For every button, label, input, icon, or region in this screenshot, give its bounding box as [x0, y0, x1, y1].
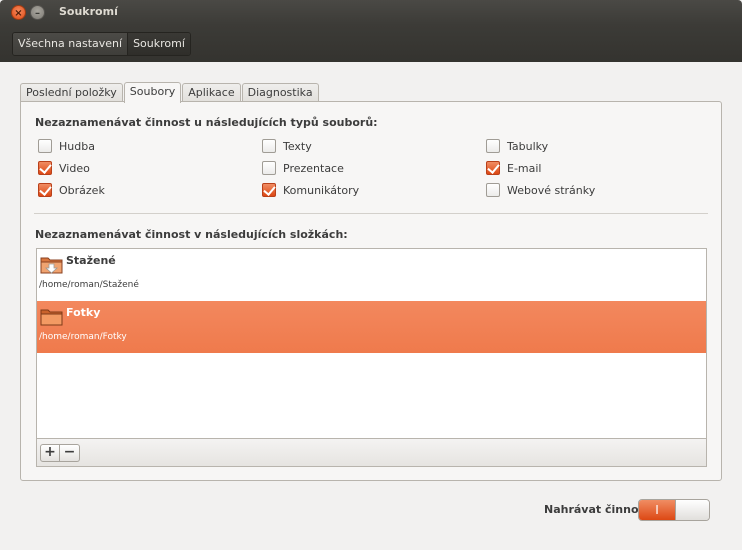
checkbox-box[interactable]	[38, 161, 52, 175]
checkbox-label: Obrázek	[59, 183, 105, 197]
folders-title: Nezaznamenávat činnost v následujících s…	[35, 228, 348, 241]
folder-list-toolbar: + −	[36, 438, 707, 467]
checkbox-label: Tabulky	[507, 139, 549, 153]
checkbox-box[interactable]	[486, 161, 500, 175]
folder-path: /home/roman/Fotky	[39, 332, 127, 342]
checkbox-label: Video	[59, 161, 90, 175]
checkbox-label: Texty	[283, 139, 312, 153]
checkbox-box[interactable]	[486, 139, 500, 153]
window-titlebar: × – Soukromí	[0, 0, 742, 25]
checkbox-box[interactable]	[38, 139, 52, 153]
window-title: Soukromí	[59, 5, 118, 18]
close-icon[interactable]: ×	[11, 5, 26, 20]
checkbox-label: Hudba	[59, 139, 95, 153]
minimize-icon[interactable]: –	[30, 5, 45, 20]
switch-knob[interactable]	[675, 500, 709, 520]
breadcrumb-all-settings[interactable]: Všechna nastavení	[13, 33, 129, 55]
checkbox-web-pages[interactable]: Webové stránky	[486, 182, 595, 198]
folder-icon	[40, 309, 63, 326]
tab-diagnostics[interactable]: Diagnostika	[241, 83, 319, 102]
checkbox-presentations[interactable]: Prezentace	[262, 160, 344, 176]
record-activity-switch[interactable]: I	[638, 499, 710, 521]
tab-recent-items[interactable]: Poslední položky	[20, 83, 123, 102]
record-activity-label: Nahrávat činnost	[544, 503, 651, 516]
remove-folder-button[interactable]: −	[60, 444, 80, 462]
checkbox-video[interactable]: Video	[38, 160, 90, 176]
checkbox-label: E-mail	[507, 161, 542, 175]
folder-name: Fotky	[66, 306, 101, 319]
list-item[interactable]: Stažené /home/roman/Stažené	[37, 249, 706, 301]
downloads-folder-icon	[40, 257, 63, 274]
checkbox-texts[interactable]: Texty	[262, 138, 312, 154]
checkbox-image[interactable]: Obrázek	[38, 182, 105, 198]
checkbox-box[interactable]	[262, 183, 276, 197]
checkbox-messaging[interactable]: Komunikátory	[262, 182, 359, 198]
checkbox-label: Webové stránky	[507, 183, 596, 197]
checkbox-box[interactable]	[486, 183, 500, 197]
files-panel: Nezaznamenávat činnost u následujících t…	[20, 101, 722, 481]
list-item[interactable]: Fotky /home/roman/Fotky	[37, 301, 706, 353]
breadcrumb-privacy[interactable]: Soukromí	[128, 33, 190, 55]
checkbox-label: Prezentace	[283, 161, 344, 175]
tab-applications[interactable]: Aplikace	[182, 83, 241, 102]
checkbox-label: Komunikátory	[283, 183, 360, 197]
tab-files[interactable]: Soubory	[123, 82, 182, 103]
checkbox-box[interactable]	[38, 183, 52, 197]
folder-name: Stažené	[66, 254, 116, 267]
tab-bar: Poslední položky Soubory Aplikace Diagno…	[20, 82, 320, 103]
checkbox-email[interactable]: E-mail	[486, 160, 542, 176]
add-folder-button[interactable]: +	[40, 444, 60, 462]
folder-list[interactable]: Stažené /home/roman/Stažené Fotky /home/…	[36, 248, 707, 438]
file-types-title: Nezaznamenávat činnost u následujících t…	[35, 116, 378, 129]
toolbar: Všechna nastavení Soukromí	[0, 25, 742, 62]
checkbox-music[interactable]: Hudba	[38, 138, 95, 154]
checkbox-spreadsheets[interactable]: Tabulky	[486, 138, 548, 154]
switch-on-indicator: I	[639, 500, 675, 520]
checkbox-box[interactable]	[262, 161, 276, 175]
folder-path: /home/roman/Stažené	[39, 280, 139, 290]
breadcrumb: Všechna nastavení Soukromí	[12, 32, 191, 56]
checkbox-box[interactable]	[262, 139, 276, 153]
section-divider	[34, 213, 708, 214]
